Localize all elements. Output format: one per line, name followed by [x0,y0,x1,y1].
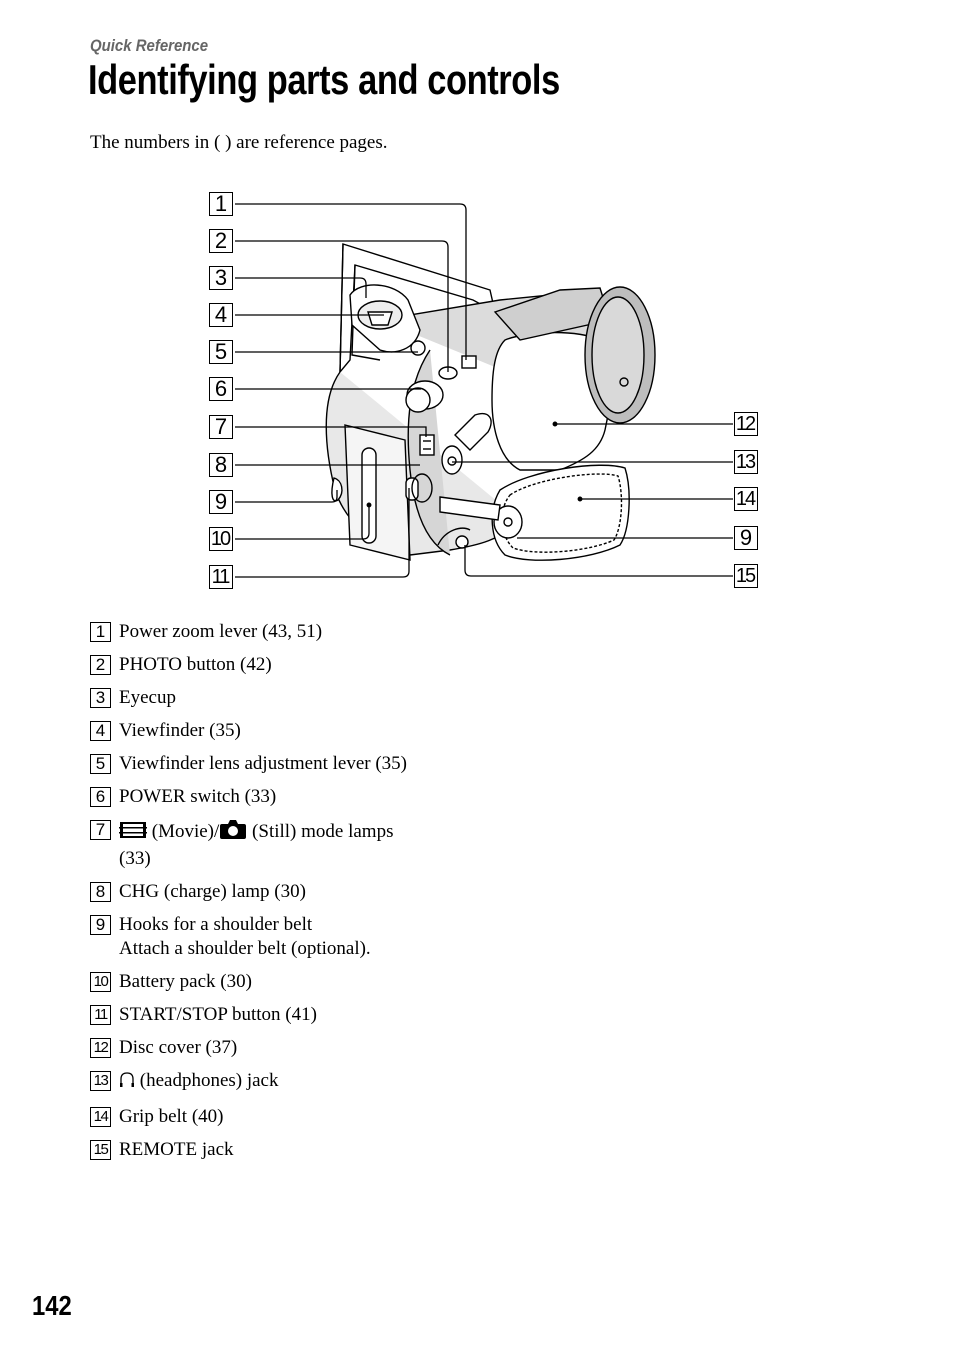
callout-9-left: 9 [209,490,233,514]
legend-item: 7 (Movie)/ (Still) mode lamps (33) [90,818,590,871]
legend-text: Hooks for a shoulder belt [119,914,313,935]
legend-text: Viewfinder (35) [119,720,241,741]
legend-text: REMOTE jack [119,1139,234,1160]
legend-number: 13 [90,1071,111,1091]
legend-item: 14 Grip belt (40) [90,1105,590,1129]
legend-item: 4 Viewfinder (35) [90,719,590,743]
legend-item: 11 START/STOP button (41) [90,1003,590,1027]
legend-item: 12 Disc cover (37) [90,1036,590,1060]
callout-4: 4 [209,303,233,327]
legend-number: 6 [90,787,111,807]
callout-7: 7 [209,415,233,439]
legend-number: 2 [90,655,111,675]
legend-number: 7 [90,820,111,840]
legend-number: 15 [90,1140,111,1160]
callout-1: 1 [209,192,233,216]
legend-text: (headphones) jack [139,1070,279,1091]
callout-10: 10 [209,527,233,551]
legend-item: 9 Hooks for a shoulder belt Attach a sho… [90,913,590,961]
legend-item: 2 PHOTO button (42) [90,653,590,677]
legend-text: POWER switch (33) [119,786,277,807]
callout-5: 5 [209,340,233,364]
callout-8: 8 [209,453,233,477]
camcorder-illustration [235,203,733,578]
callout-2: 2 [209,229,233,253]
legend-text: Eyecup [119,687,176,708]
legend-number: 10 [90,972,111,992]
legend-text: Battery pack (30) [119,971,252,992]
legend-item: 1 Power zoom lever (43, 51) [90,620,590,644]
callout-6: 6 [209,377,233,401]
legend-subtext: (33) [119,848,151,869]
page-number: 142 [32,1290,72,1321]
callout-9-right: 9 [734,526,758,550]
callout-3: 3 [209,266,233,290]
camera-still-icon [219,818,247,847]
callout-15: 15 [734,564,758,588]
callout-12: 12 [734,412,758,436]
legend-item: 13 (headphones) jack [90,1069,590,1096]
legend-item: 6 POWER switch (33) [90,785,590,809]
legend-number: 3 [90,688,111,708]
legend-text: Power zoom lever (43, 51) [119,621,323,642]
legend-number: 12 [90,1038,111,1058]
legend-number: 9 [90,915,111,935]
callout-14: 14 [734,487,758,511]
movie-film-icon [119,820,147,847]
legend-text: Viewfinder lens adjustment lever (35) [119,753,407,774]
legend-item: 10 Battery pack (30) [90,970,590,994]
legend-item: 3 Eyecup [90,686,590,710]
legend-item: 5 Viewfinder lens adjustment lever (35) [90,752,590,776]
legend-number: 1 [90,622,111,642]
legend-text: START/STOP button (41) [119,1004,317,1025]
headphones-icon [119,1071,135,1096]
callout-13: 13 [734,450,758,474]
legend-number: 11 [90,1005,111,1025]
parts-legend: 1 Power zoom lever (43, 51) 2 PHOTO butt… [90,620,590,1171]
still-label: (Still) mode lamps [252,821,394,842]
legend-text: PHOTO button (42) [119,654,272,675]
legend-number: 5 [90,754,111,774]
legend-number: 4 [90,721,111,741]
legend-number: 8 [90,882,111,902]
legend-text: Disc cover (37) [119,1037,238,1058]
legend-number: 14 [90,1107,111,1127]
callout-11: 11 [209,565,233,589]
camcorder-body [325,284,656,561]
movie-label: (Movie)/ [151,821,220,842]
legend-text: CHG (charge) lamp (30) [119,881,306,902]
camcorder-figure: 1 2 3 4 5 6 7 8 9 10 11 12 13 14 9 15 [0,0,954,600]
legend-item: 8 CHG (charge) lamp (30) [90,880,590,904]
legend-subtext: Attach a shoulder belt (optional). [119,938,371,959]
legend-text: Grip belt (40) [119,1106,224,1127]
legend-item: 15 REMOTE jack [90,1138,590,1162]
